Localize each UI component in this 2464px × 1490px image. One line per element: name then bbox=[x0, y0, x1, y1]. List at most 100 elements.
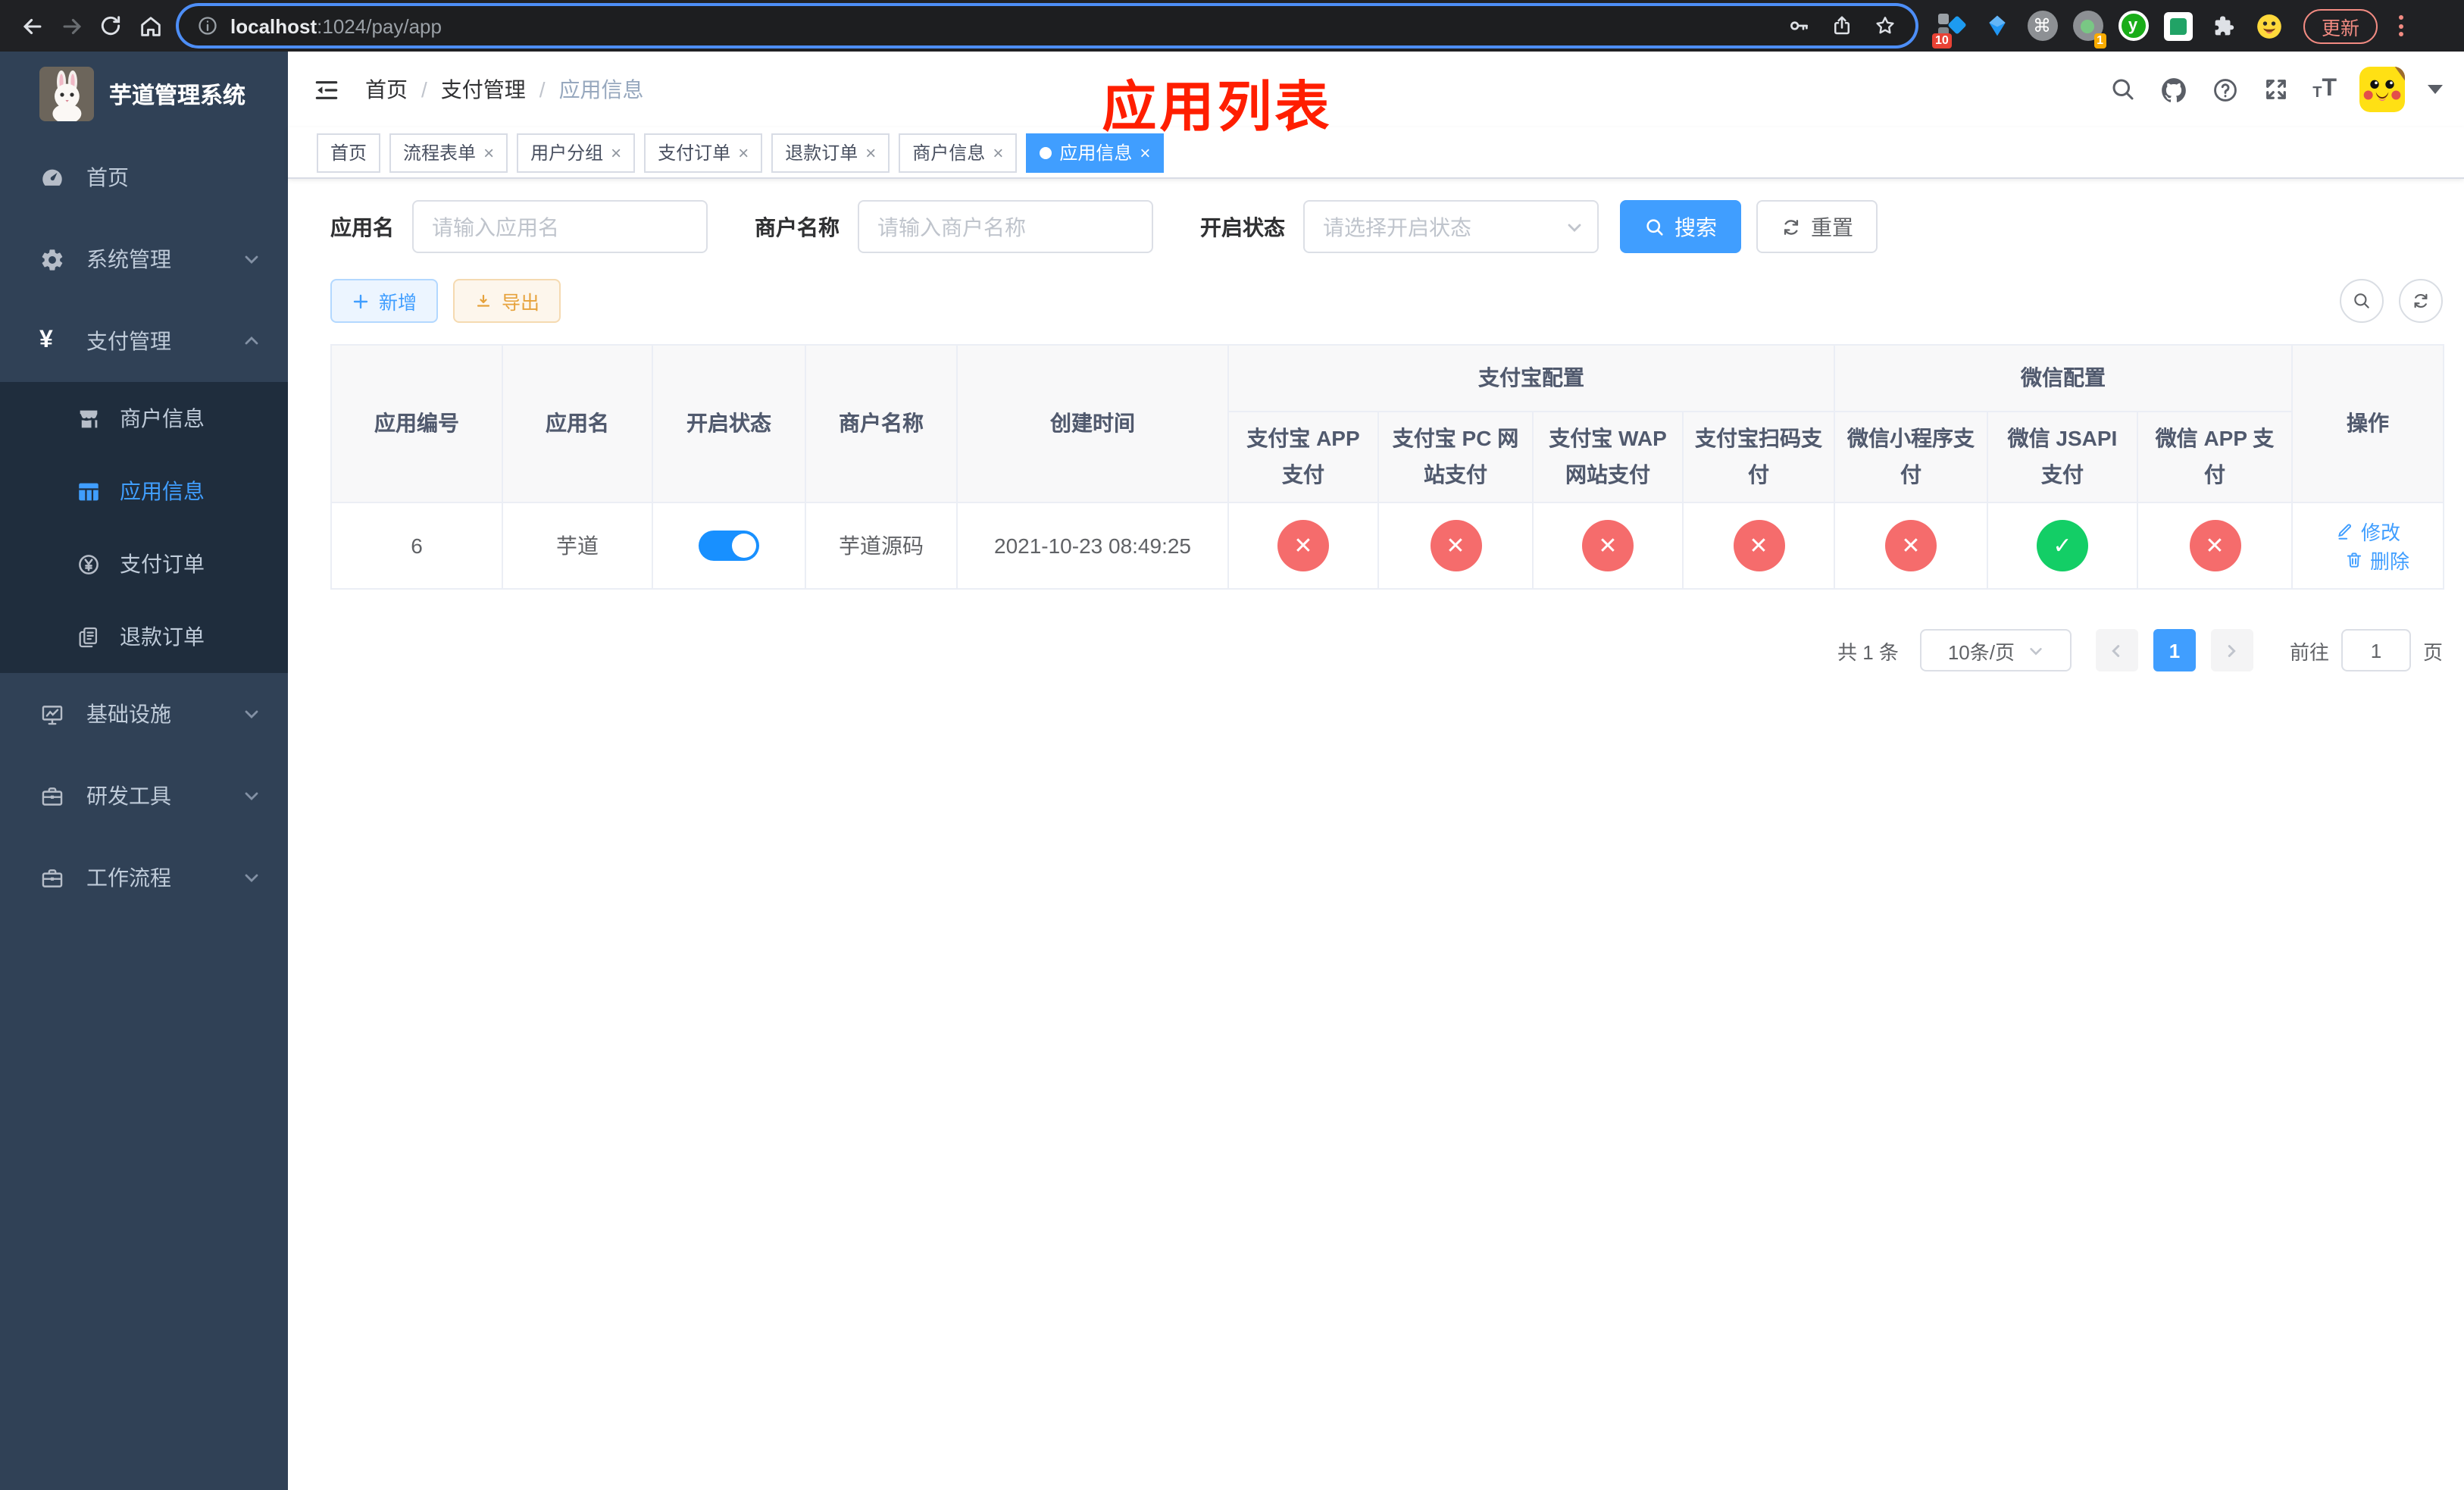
cell-actions: 修改 删除 bbox=[2291, 502, 2444, 590]
close-icon[interactable]: × bbox=[483, 143, 494, 161]
command-extension-icon[interactable]: ⌘ bbox=[2026, 10, 2058, 42]
site-info-icon[interactable] bbox=[197, 15, 218, 36]
sidebar-item-home[interactable]: 首页 bbox=[0, 136, 288, 218]
status-toggle[interactable] bbox=[699, 531, 759, 561]
sidebar-item-label: 系统管理 bbox=[86, 247, 171, 271]
back-icon[interactable] bbox=[12, 6, 52, 45]
app-logo-row[interactable]: 芋道管理系统 bbox=[0, 52, 288, 136]
tab-refund-orders[interactable]: 退款订单 × bbox=[771, 133, 890, 172]
briefcase-icon bbox=[39, 783, 65, 809]
avatar-caret-icon[interactable] bbox=[2428, 85, 2443, 94]
sidebar-item-dev-tools[interactable]: 研发工具 bbox=[0, 755, 288, 837]
translate-extension-icon[interactable]: 10 bbox=[1932, 10, 1967, 48]
add-button[interactable]: 新增 bbox=[330, 279, 439, 323]
sidebar-item-app-info[interactable]: 应用信息 bbox=[0, 455, 288, 527]
app-title: 芋道管理系统 bbox=[109, 83, 246, 108]
refresh-table-button[interactable] bbox=[2399, 279, 2443, 323]
sidebar-item-label: 应用信息 bbox=[120, 479, 205, 503]
home-icon[interactable] bbox=[130, 6, 170, 45]
reset-button[interactable]: 重置 bbox=[1756, 200, 1878, 253]
tab-home[interactable]: 首页 bbox=[317, 133, 381, 172]
page-size-select[interactable]: 10条/页 bbox=[1919, 629, 2072, 671]
reload-icon[interactable] bbox=[91, 6, 130, 45]
close-icon[interactable]: × bbox=[611, 143, 621, 161]
close-icon[interactable]: × bbox=[1140, 143, 1150, 161]
page-content: 应用名 商户名称 开启状态 请选择开启状态 bbox=[288, 179, 2464, 1490]
sidebar-item-label: 支付订单 bbox=[120, 552, 205, 576]
next-page-button[interactable] bbox=[2210, 629, 2253, 671]
breadcrumb-home[interactable]: 首页 bbox=[365, 74, 408, 105]
y-extension-icon[interactable]: y bbox=[2117, 10, 2149, 42]
close-icon[interactable]: × bbox=[865, 143, 876, 161]
search-button[interactable]: 搜索 bbox=[1620, 200, 1741, 253]
col-header-app-name: 应用名 bbox=[502, 344, 653, 503]
app-name-input[interactable] bbox=[412, 200, 708, 253]
sidebar: 芋道管理系统 首页 系统管理 ¥ 支付管理 商户信息 应用信息 支付订单 退款订… bbox=[0, 52, 288, 1490]
font-size-icon[interactable]: TT bbox=[2312, 77, 2337, 102]
user-avatar[interactable] bbox=[2359, 67, 2405, 112]
breadcrumb-payment[interactable]: 支付管理 bbox=[441, 74, 526, 105]
sidebar-item-system[interactable]: 系统管理 bbox=[0, 218, 288, 300]
tab-pay-orders[interactable]: 支付订单 × bbox=[644, 133, 763, 172]
channel-status-icon: ✕ bbox=[1582, 520, 1634, 571]
page-number-button[interactable]: 1 bbox=[2153, 629, 2196, 671]
chevron-down-icon bbox=[242, 869, 261, 887]
channel-status-icon: ✕ bbox=[1430, 520, 1481, 571]
puzzle-extensions-icon[interactable] bbox=[2208, 10, 2240, 42]
close-icon[interactable]: × bbox=[738, 143, 749, 161]
tab-user-group[interactable]: 用户分组 × bbox=[517, 133, 636, 172]
sidebar-item-merchant-info[interactable]: 商户信息 bbox=[0, 382, 288, 455]
breadcrumb-separator: / bbox=[539, 77, 546, 102]
dashboard-icon bbox=[39, 164, 65, 190]
top-navbar: 首页 / 支付管理 / 应用信息 T T bbox=[288, 52, 2464, 127]
edit-link[interactable]: 修改 bbox=[2335, 517, 2400, 546]
goto-page-input[interactable] bbox=[2340, 629, 2411, 671]
browser-menu-icon[interactable] bbox=[2390, 9, 2412, 42]
col-header-alipay-qr: 支付宝扫码支付 bbox=[1682, 411, 1835, 503]
breadcrumb-current: 应用信息 bbox=[558, 77, 644, 102]
address-bar[interactable]: localhost:1024/pay/app bbox=[179, 6, 1915, 45]
prev-page-button[interactable] bbox=[2095, 629, 2138, 671]
sidebar-collapse-icon[interactable] bbox=[312, 75, 341, 104]
chat-extension-icon[interactable] bbox=[2162, 10, 2194, 42]
tab-process-form[interactable]: 流程表单 × bbox=[389, 133, 508, 172]
monitor-chart-icon bbox=[39, 701, 65, 727]
fullscreen-icon[interactable] bbox=[2262, 76, 2290, 103]
search-icon bbox=[1644, 216, 1665, 237]
github-icon[interactable] bbox=[2159, 75, 2188, 104]
sidebar-item-pay-orders[interactable]: 支付订单 bbox=[0, 527, 288, 600]
table-toolbar: 新增 导出 bbox=[330, 279, 2443, 323]
sidebar-item-label: 商户信息 bbox=[120, 406, 205, 430]
main-area: 应用列表 首页 / 支付管理 / 应用信息 T T 首页 流程表单 × 用户分组… bbox=[288, 52, 2464, 1490]
merchant-name-input[interactable] bbox=[858, 200, 1153, 253]
extensions-area: 10 ⌘ 1 y bbox=[1932, 10, 2285, 48]
group-header-alipay: 支付宝配置 bbox=[1227, 344, 1835, 412]
extension-badge: 1 bbox=[2093, 33, 2106, 48]
export-button[interactable]: 导出 bbox=[453, 279, 561, 323]
header-search-icon[interactable] bbox=[2109, 76, 2137, 103]
browser-update-button[interactable]: 更新 bbox=[2303, 8, 2378, 43]
sidebar-item-workflow[interactable]: 工作流程 bbox=[0, 837, 288, 919]
sidebar-item-payment[interactable]: ¥ 支付管理 bbox=[0, 300, 288, 382]
sidebar-item-label: 首页 bbox=[86, 165, 129, 189]
delete-link[interactable]: 删除 bbox=[2344, 546, 2409, 574]
col-header-alipay-app: 支付宝 APP 支付 bbox=[1227, 411, 1379, 503]
forward-icon[interactable] bbox=[52, 6, 91, 45]
kite-extension-icon[interactable] bbox=[1981, 10, 2012, 42]
help-icon[interactable] bbox=[2211, 75, 2240, 104]
cell-alipay-wap: ✕ bbox=[1532, 502, 1684, 590]
recorder-extension-icon[interactable]: 1 bbox=[2072, 10, 2106, 48]
close-icon[interactable]: × bbox=[993, 143, 1003, 161]
store-icon bbox=[76, 405, 102, 431]
emoji-extension-icon[interactable] bbox=[2253, 10, 2285, 42]
sidebar-item-refund-orders[interactable]: 退款订单 bbox=[0, 600, 288, 673]
tab-merchant-info[interactable]: 商户信息 × bbox=[899, 133, 1018, 172]
sidebar-item-infrastructure[interactable]: 基础设施 bbox=[0, 673, 288, 755]
col-header-alipay-wap: 支付宝 WAP 网站支付 bbox=[1532, 411, 1684, 503]
briefcase-icon bbox=[39, 865, 65, 891]
bookmark-star-icon[interactable] bbox=[1873, 14, 1897, 38]
password-key-icon[interactable] bbox=[1787, 14, 1811, 38]
toggle-search-button[interactable] bbox=[2340, 279, 2384, 323]
status-select[interactable]: 请选择开启状态 bbox=[1303, 200, 1599, 253]
share-icon[interactable] bbox=[1831, 14, 1853, 38]
